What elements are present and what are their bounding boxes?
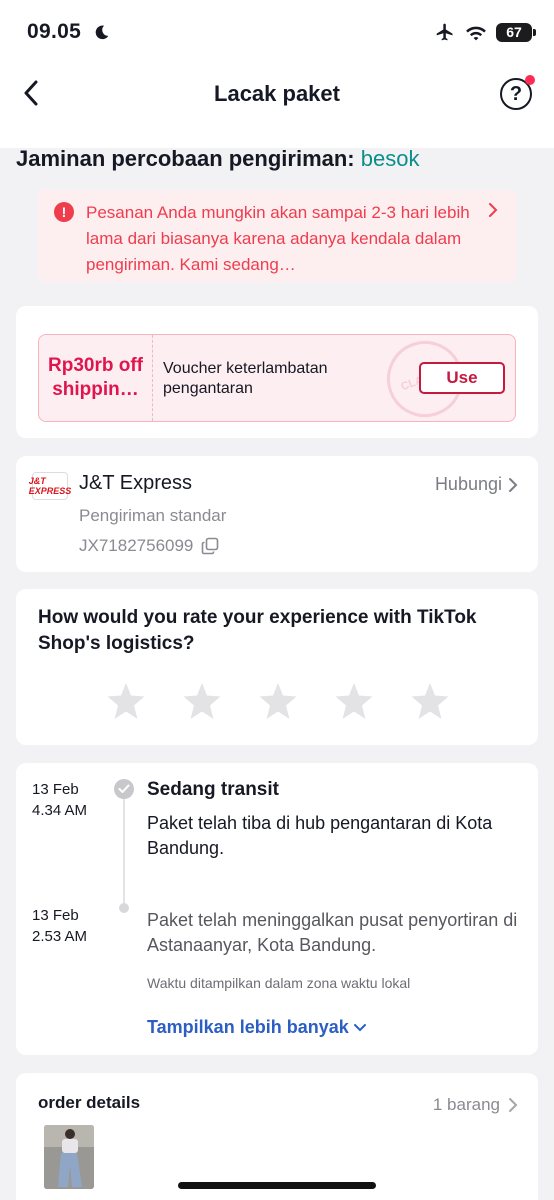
contact-courier-button[interactable]: Hubungi xyxy=(435,474,518,495)
star-icon[interactable] xyxy=(106,681,146,721)
check-icon xyxy=(114,779,134,799)
event-status: Sedang transit xyxy=(147,779,279,800)
timeline-line xyxy=(123,799,125,911)
wifi-icon xyxy=(466,26,486,41)
star-icon[interactable] xyxy=(182,681,222,721)
page-title: Lacak paket xyxy=(214,81,340,106)
voucher: Rp30rb off shippin… Voucher keterlambata… xyxy=(38,334,516,422)
shipping-service: Pengiriman standar xyxy=(79,506,227,525)
rating-card: How would you rate your experience with … xyxy=(16,589,538,745)
timezone-note: Waktu ditampilkan dalam zona waktu lokal xyxy=(147,975,411,991)
star-icon[interactable] xyxy=(410,681,450,721)
courier-card: J&T EXPRESS J&T Express Hubungi Pengirim… xyxy=(16,456,538,572)
moon-icon xyxy=(95,25,109,40)
chevron-right-icon xyxy=(509,477,518,492)
chevron-down-icon xyxy=(353,1023,366,1031)
home-indicator xyxy=(178,1182,376,1189)
voucher-description: Voucher keterlambatan pengantaran xyxy=(163,360,328,397)
courier-name: J&T Express xyxy=(79,472,192,494)
copy-icon[interactable] xyxy=(201,537,219,555)
event-date: 13 Feb xyxy=(32,781,79,798)
alert-message: Pesanan Anda mungkin akan sampai 2-3 har… xyxy=(86,203,470,274)
voucher-card: Rp30rb off shippin… Voucher keterlambata… xyxy=(16,306,538,438)
status-time: 09.05 xyxy=(27,20,82,43)
item-count-label: 1 barang xyxy=(432,1095,500,1114)
order-item-count[interactable]: 1 barang xyxy=(433,1095,518,1115)
alert-icon: ! xyxy=(54,202,74,222)
guarantee-date: besok xyxy=(360,146,420,171)
show-more-button[interactable]: Tampilkan lebih banyak xyxy=(147,1017,367,1038)
help-icon: ? xyxy=(509,82,523,105)
rating-question: How would you rate your experience with … xyxy=(38,607,477,654)
airplane-icon xyxy=(436,23,453,41)
order-details-card[interactable]: order details 1 barang xyxy=(16,1073,538,1200)
product-thumbnail[interactable] xyxy=(44,1125,94,1189)
delay-alert[interactable]: ! Pesanan Anda mungkin akan sampai 2-3 h… xyxy=(38,190,516,282)
show-more-label: Tampilkan lebih banyak xyxy=(147,1017,349,1037)
event-time: 2.53 AM xyxy=(32,928,88,945)
event-description: Paket telah meninggalkan pusat penyortir… xyxy=(147,910,518,955)
event-time: 4.34 AM xyxy=(32,802,88,819)
delivery-guarantee: Jaminan percobaan pengiriman: besok xyxy=(16,146,419,172)
voucher-amount: Rp30rb off shippin… xyxy=(39,335,153,421)
status-icons: 67 xyxy=(434,22,536,42)
tracking-number-row: JX7182756099 xyxy=(79,536,219,556)
help-button[interactable]: ? xyxy=(500,75,535,110)
timeline-dot xyxy=(119,903,129,913)
event-date: 13 Feb xyxy=(32,907,79,924)
battery-indicator: 67 xyxy=(496,22,536,42)
event-description: Paket telah tiba di hub pengantaran di K… xyxy=(147,813,493,858)
star-icon[interactable] xyxy=(258,681,298,721)
notification-dot xyxy=(525,75,535,85)
use-voucher-button[interactable]: Use xyxy=(419,362,505,394)
top-bar: 09.05 67 Lacak paket ? xyxy=(0,0,554,148)
timeline-date: 13 Feb 4.34 AM xyxy=(32,779,87,821)
tracking-number: JX7182756099 xyxy=(79,536,194,555)
status-bar: 09.05 67 xyxy=(0,0,554,62)
star-icon[interactable] xyxy=(334,681,374,721)
tracking-timeline: 13 Feb 4.34 AM Sedang transit Paket tela… xyxy=(16,763,538,1055)
courier-logo: J&T EXPRESS xyxy=(29,472,71,500)
contact-label: Hubungi xyxy=(434,474,502,494)
chevron-right-icon xyxy=(489,203,498,217)
star-rating[interactable] xyxy=(106,681,450,721)
guarantee-label: Jaminan percobaan pengiriman: xyxy=(16,146,355,171)
timeline-date: 13 Feb 2.53 AM xyxy=(32,905,87,947)
chevron-right-icon xyxy=(509,1098,518,1112)
order-details-title: order details xyxy=(38,1093,141,1112)
